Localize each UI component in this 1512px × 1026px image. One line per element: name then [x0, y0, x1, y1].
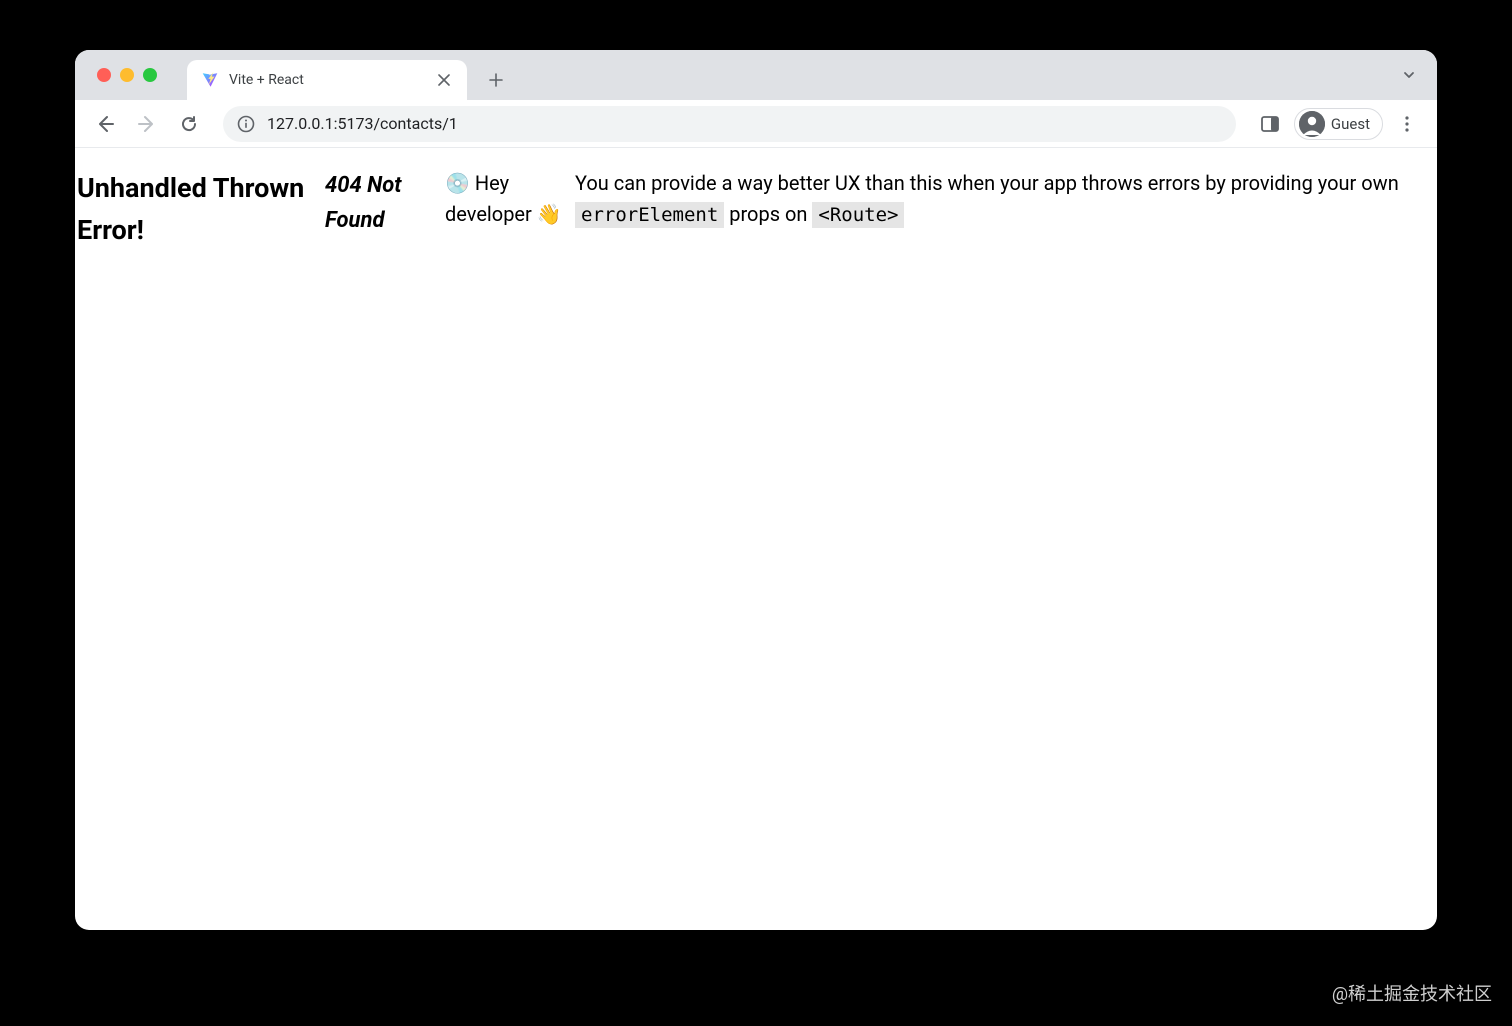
code-route: <Route> [812, 202, 904, 228]
profile-label: Guest [1331, 115, 1370, 133]
page-content: Unhandled Thrown Error! 404 Not Found 💿 … [75, 148, 1437, 252]
address-bar[interactable]: 127.0.0.1:5173/contacts/1 [223, 106, 1236, 142]
side-panel-icon[interactable] [1252, 106, 1288, 142]
site-info-icon[interactable] [237, 115, 255, 133]
error-heading: Unhandled Thrown Error! [75, 168, 325, 252]
browser-toolbar: 127.0.0.1:5173/contacts/1 Guest [75, 100, 1437, 148]
browser-tab[interactable]: Vite + React [187, 60, 467, 100]
reload-button[interactable] [171, 106, 207, 142]
tab-bar: Vite + React [75, 50, 1437, 100]
browser-window: Vite + React 127.0.0.1:5173/c [75, 50, 1437, 930]
code-errorelement: errorElement [575, 202, 724, 228]
url-text: 127.0.0.1:5173/contacts/1 [267, 114, 1222, 133]
wave-emoji-icon: 👋 [537, 202, 562, 226]
window-maximize-button[interactable] [143, 68, 157, 82]
tabs-dropdown-button[interactable] [1397, 63, 1421, 87]
window-minimize-button[interactable] [120, 68, 134, 82]
forward-button[interactable] [129, 106, 165, 142]
tab-title: Vite + React [229, 72, 425, 88]
back-button[interactable] [87, 106, 123, 142]
browser-menu-button[interactable] [1389, 106, 1425, 142]
watermark: @稀土掘金技术社区 [1332, 980, 1492, 1006]
fix-message: You can provide a way better UX than thi… [575, 168, 1437, 230]
avatar-icon [1299, 111, 1325, 137]
window-close-button[interactable] [97, 68, 111, 82]
toolbar-right: Guest [1252, 106, 1425, 142]
vite-favicon-icon [201, 71, 219, 89]
error-status: 404 Not Found [325, 168, 445, 238]
window-controls [87, 50, 167, 100]
new-tab-button[interactable] [481, 65, 511, 95]
profile-button[interactable]: Guest [1294, 108, 1383, 140]
tab-close-button[interactable] [435, 71, 453, 89]
developer-greeting: 💿 Hey developer 👋 [445, 168, 575, 230]
